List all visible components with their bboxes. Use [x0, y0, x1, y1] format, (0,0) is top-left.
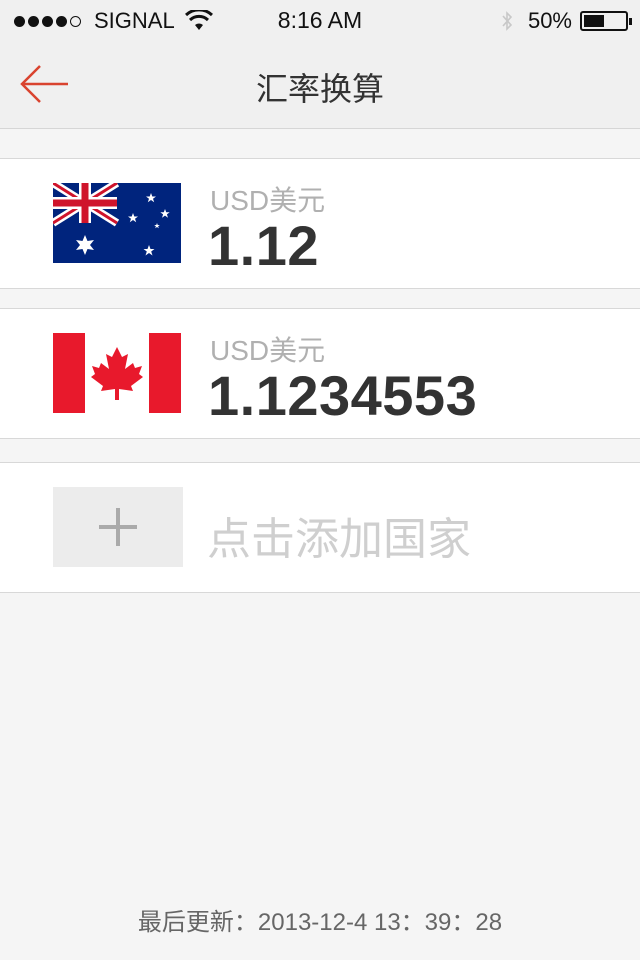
status-bar: SIGNAL 8:16 AM 50%: [0, 0, 640, 40]
canada-flag-icon: [53, 333, 181, 413]
page-title: 汇率换算: [255, 71, 384, 107]
add-country-label[interactable]: 点击添加国家: [207, 503, 471, 567]
battery-nub: [629, 18, 632, 25]
battery-percent: 50%: [527, 8, 572, 33]
last-updated-text: 最后更新：2013-12-4 13：39：28: [137, 909, 503, 936]
nav-bar: 汇率换算: [0, 40, 640, 129]
plus-icon-vertical: [116, 508, 120, 546]
battery-fill: [584, 15, 604, 27]
rate-value: 1.12: [208, 214, 319, 277]
australia-flag-icon: [53, 183, 181, 263]
status-bar-right: 50%: [500, 8, 632, 34]
rate-value: 1.1234553: [208, 364, 478, 427]
battery-icon: [580, 11, 632, 31]
add-country-row[interactable]: 点击添加国家: [0, 462, 640, 593]
rate-row-australia[interactable]: USD美元 1.12: [0, 158, 640, 289]
add-country-button[interactable]: [53, 487, 183, 567]
rate-row-canada[interactable]: USD美元 1.1234553: [0, 308, 640, 439]
bluetooth-icon: [502, 11, 513, 31]
